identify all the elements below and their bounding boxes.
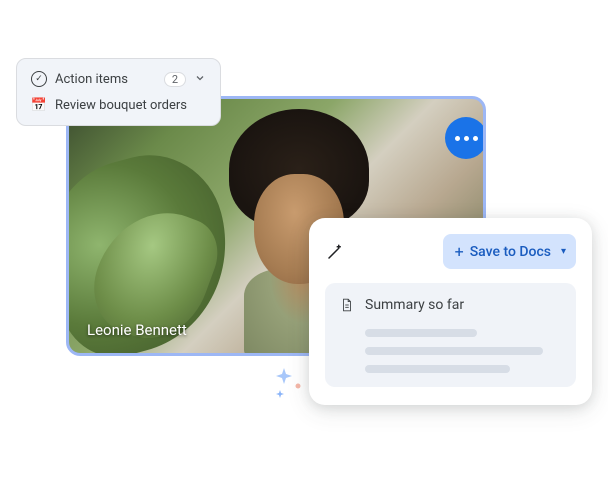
plus-icon: +	[455, 242, 464, 261]
skeleton-line	[365, 329, 477, 337]
skeleton-line	[365, 365, 510, 373]
check-circle-icon: ✓	[31, 71, 47, 87]
skeleton-line	[365, 347, 543, 355]
save-to-docs-label: Save to Docs	[470, 244, 551, 260]
caret-down-icon[interactable]: ▾	[561, 246, 566, 257]
action-items-header[interactable]: ✓ Action items 2	[31, 71, 206, 87]
action-items-count-badge: 2	[164, 72, 186, 87]
more-options-button[interactable]	[445, 117, 486, 159]
action-items-title: Action items	[55, 72, 156, 87]
calendar-icon: 📅	[31, 97, 47, 113]
summary-panel-header: + Save to Docs ▾	[325, 234, 576, 269]
summary-title-row: Summary so far	[339, 297, 562, 313]
save-to-docs-button[interactable]: + Save to Docs ▾	[443, 234, 576, 269]
sparkle-icon	[270, 360, 310, 400]
summary-panel: + Save to Docs ▾ Summary so far	[309, 218, 592, 405]
action-item-text: Review bouquet orders	[55, 98, 187, 113]
document-icon	[339, 297, 355, 313]
chevron-down-icon[interactable]	[194, 72, 206, 87]
summary-title-label: Summary so far	[365, 297, 464, 313]
participant-name-label: Leonie Bennett	[87, 321, 187, 339]
summary-body: Summary so far	[325, 283, 576, 387]
action-item-row[interactable]: 📅 Review bouquet orders	[31, 97, 206, 113]
more-icon	[455, 136, 460, 141]
action-items-card: ✓ Action items 2 📅 Review bouquet orders	[16, 58, 221, 126]
magic-wand-icon	[325, 242, 345, 262]
